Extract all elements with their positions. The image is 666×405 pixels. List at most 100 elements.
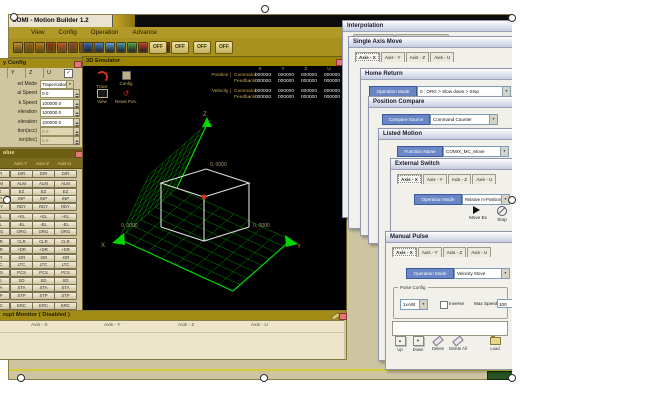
load-button[interactable]: Load <box>486 336 504 351</box>
delete-button[interactable]: Delete <box>429 336 447 351</box>
dialog-title-bar[interactable]: Home Return <box>361 69 512 80</box>
operation-mode-button[interactable]: Operation Mode <box>406 268 454 279</box>
io-button-dir[interactable]: DIR <box>32 170 55 178</box>
tool-icon-9[interactable] <box>83 42 93 53</box>
chevron-down-icon[interactable]: ▼ <box>501 269 509 278</box>
io-button-pcs[interactable]: PCS <box>0 269 10 277</box>
dialog-title-bar[interactable]: Position Compare <box>369 97 512 108</box>
io-button-clr[interactable]: CLR <box>10 238 33 246</box>
io-button-+el[interactable]: +EL <box>54 213 77 221</box>
operation-mode-select[interactable]: Velocity Move ▼ <box>454 268 510 279</box>
selection-handle-mid-right[interactable] <box>508 196 516 204</box>
config-row-value[interactable]: 100000.0 <box>40 99 74 108</box>
io-button-stp[interactable]: STP <box>32 292 55 300</box>
io-button-org[interactable]: ORG <box>32 228 55 236</box>
tool-icon-14[interactable] <box>138 42 148 53</box>
io-button-clr[interactable]: CLR <box>54 238 77 246</box>
io-button-pcs[interactable]: PCS <box>32 269 55 277</box>
spinner-control[interactable] <box>73 99 80 108</box>
tool-icon-5[interactable] <box>57 42 67 53</box>
io-button-+dr[interactable]: +DR <box>10 246 33 254</box>
io-button-clr[interactable]: CLR <box>0 238 10 246</box>
external-switch-tab-1[interactable]: Axis - X <box>397 174 422 184</box>
single-axis-tab-4[interactable]: Axis - U <box>430 52 454 62</box>
config-panel-title-bar[interactable]: y Config <box>0 59 83 68</box>
io-button-stp[interactable]: STP <box>0 292 10 300</box>
tool-icon-6[interactable] <box>68 42 78 53</box>
off-button-3[interactable]: OFF <box>193 41 211 54</box>
single-axis-tab-3[interactable]: Axis - Z <box>406 52 430 62</box>
menu-operation[interactable]: Operation <box>91 29 119 36</box>
close-icon[interactable] <box>339 313 347 320</box>
tool-icon-3[interactable] <box>35 42 45 53</box>
external-switch-tab-2[interactable]: Axis - Y <box>423 174 447 184</box>
tool-icon-10[interactable] <box>94 42 104 53</box>
io-button-+dr[interactable]: +DR <box>32 246 55 254</box>
down-button[interactable]: ▼Down <box>409 336 427 352</box>
selection-handle-bottom-center[interactable] <box>260 374 268 382</box>
dialog-title-bar[interactable]: Interpolation <box>343 21 512 32</box>
tool-icon-4[interactable] <box>46 42 56 53</box>
spinner-control[interactable] <box>73 136 80 145</box>
stop-button[interactable]: Stop <box>493 206 511 222</box>
tool-icon-12[interactable] <box>116 42 126 53</box>
tool-icon-13[interactable] <box>127 42 137 53</box>
external-switch-tab-3[interactable]: Axis - Z <box>448 174 472 184</box>
delete-all-button[interactable]: Delete All <box>449 336 467 351</box>
config-row-value[interactable]: 0.0 <box>40 136 74 145</box>
io-panel-title-bar[interactable]: alue <box>0 149 84 158</box>
manual-pulse-tab-3[interactable]: Axis - Z <box>443 247 467 257</box>
chevron-down-icon[interactable]: ▼ <box>500 147 508 156</box>
io-button-+el[interactable]: +EL <box>0 213 10 221</box>
io-button-rdy[interactable]: RDY <box>54 203 77 211</box>
config-row-value[interactable]: 0.0 <box>40 89 74 98</box>
io-button-erc[interactable]: ERC <box>32 302 55 310</box>
function-name-select[interactable]: COMIX_MC_Move ▼ <box>443 146 509 157</box>
io-button-org[interactable]: ORG <box>0 228 10 236</box>
dialog-title-bar[interactable]: External Switch <box>391 159 512 170</box>
spinner-control[interactable] <box>73 89 80 98</box>
tool-icon-11[interactable] <box>105 42 115 53</box>
io-button-rdy[interactable]: RDY <box>0 203 10 211</box>
io-button-dir[interactable]: DIR <box>0 170 10 178</box>
io-button-pcs[interactable]: PCS <box>54 269 77 277</box>
config-row-value[interactable]: 100000.0 <box>40 118 74 127</box>
selection-handle-bottom-left[interactable] <box>17 374 25 382</box>
single-axis-tab-2[interactable]: Axis - Y <box>381 52 405 62</box>
off-button-1[interactable]: OFF <box>149 41 167 54</box>
io-button-+el[interactable]: +EL <box>10 213 33 221</box>
selection-handle-top-right[interactable] <box>508 14 516 22</box>
off-button-2[interactable]: OFF <box>171 41 189 54</box>
compare-source-button[interactable]: Compare Source <box>382 114 430 125</box>
menu-config[interactable]: Config <box>59 29 77 36</box>
single-axis-tab-1[interactable]: Axis - X <box>355 52 380 62</box>
selection-handle-bottom-right[interactable] <box>508 374 516 382</box>
selection-handle-top-center[interactable] <box>261 5 269 13</box>
io-button-stp[interactable]: STP <box>54 292 77 300</box>
menu-view[interactable]: View <box>31 29 45 36</box>
pulse-list[interactable] <box>392 321 508 336</box>
config-row-value[interactable]: Trapezoidal▼ <box>40 80 74 89</box>
tool-icon-1[interactable] <box>13 42 23 53</box>
manual-pulse-tab-2[interactable]: Axis - Y <box>418 247 442 257</box>
io-button-alm[interactable]: ALM <box>10 180 33 188</box>
off-button-4[interactable]: OFF <box>215 41 233 54</box>
io-button-stp[interactable]: STP <box>10 292 33 300</box>
io-button-+dr[interactable]: +DR <box>54 246 77 254</box>
io-button-erc[interactable]: ERC <box>54 302 77 310</box>
io-button-erc[interactable]: ERC <box>10 302 33 310</box>
spinner-control[interactable] <box>73 127 80 136</box>
manual-pulse-tab-4[interactable]: Axis - U <box>467 247 491 257</box>
compare-source-select[interactable]: Command Counter ▼ <box>430 114 498 125</box>
io-button-org[interactable]: ORG <box>10 228 33 236</box>
emulator-title-bar[interactable]: 3D Emulator <box>83 57 346 66</box>
io-button-org[interactable]: ORG <box>54 228 77 236</box>
dialog-title-bar[interactable]: Single Axis Move <box>349 37 512 48</box>
tool-icon-2[interactable] <box>24 42 34 53</box>
io-button-erc[interactable]: ERC <box>0 302 10 310</box>
io-button-rdy[interactable]: RDY <box>32 203 55 211</box>
config-row-value[interactable]: 0.0 <box>40 127 74 136</box>
monitor-title-bar[interactable]: rupt Monitor ( Disabled ) <box>0 311 346 320</box>
spinner-control[interactable] <box>73 118 80 127</box>
manual-pulse-tab-1[interactable]: Axis - X <box>392 247 417 257</box>
